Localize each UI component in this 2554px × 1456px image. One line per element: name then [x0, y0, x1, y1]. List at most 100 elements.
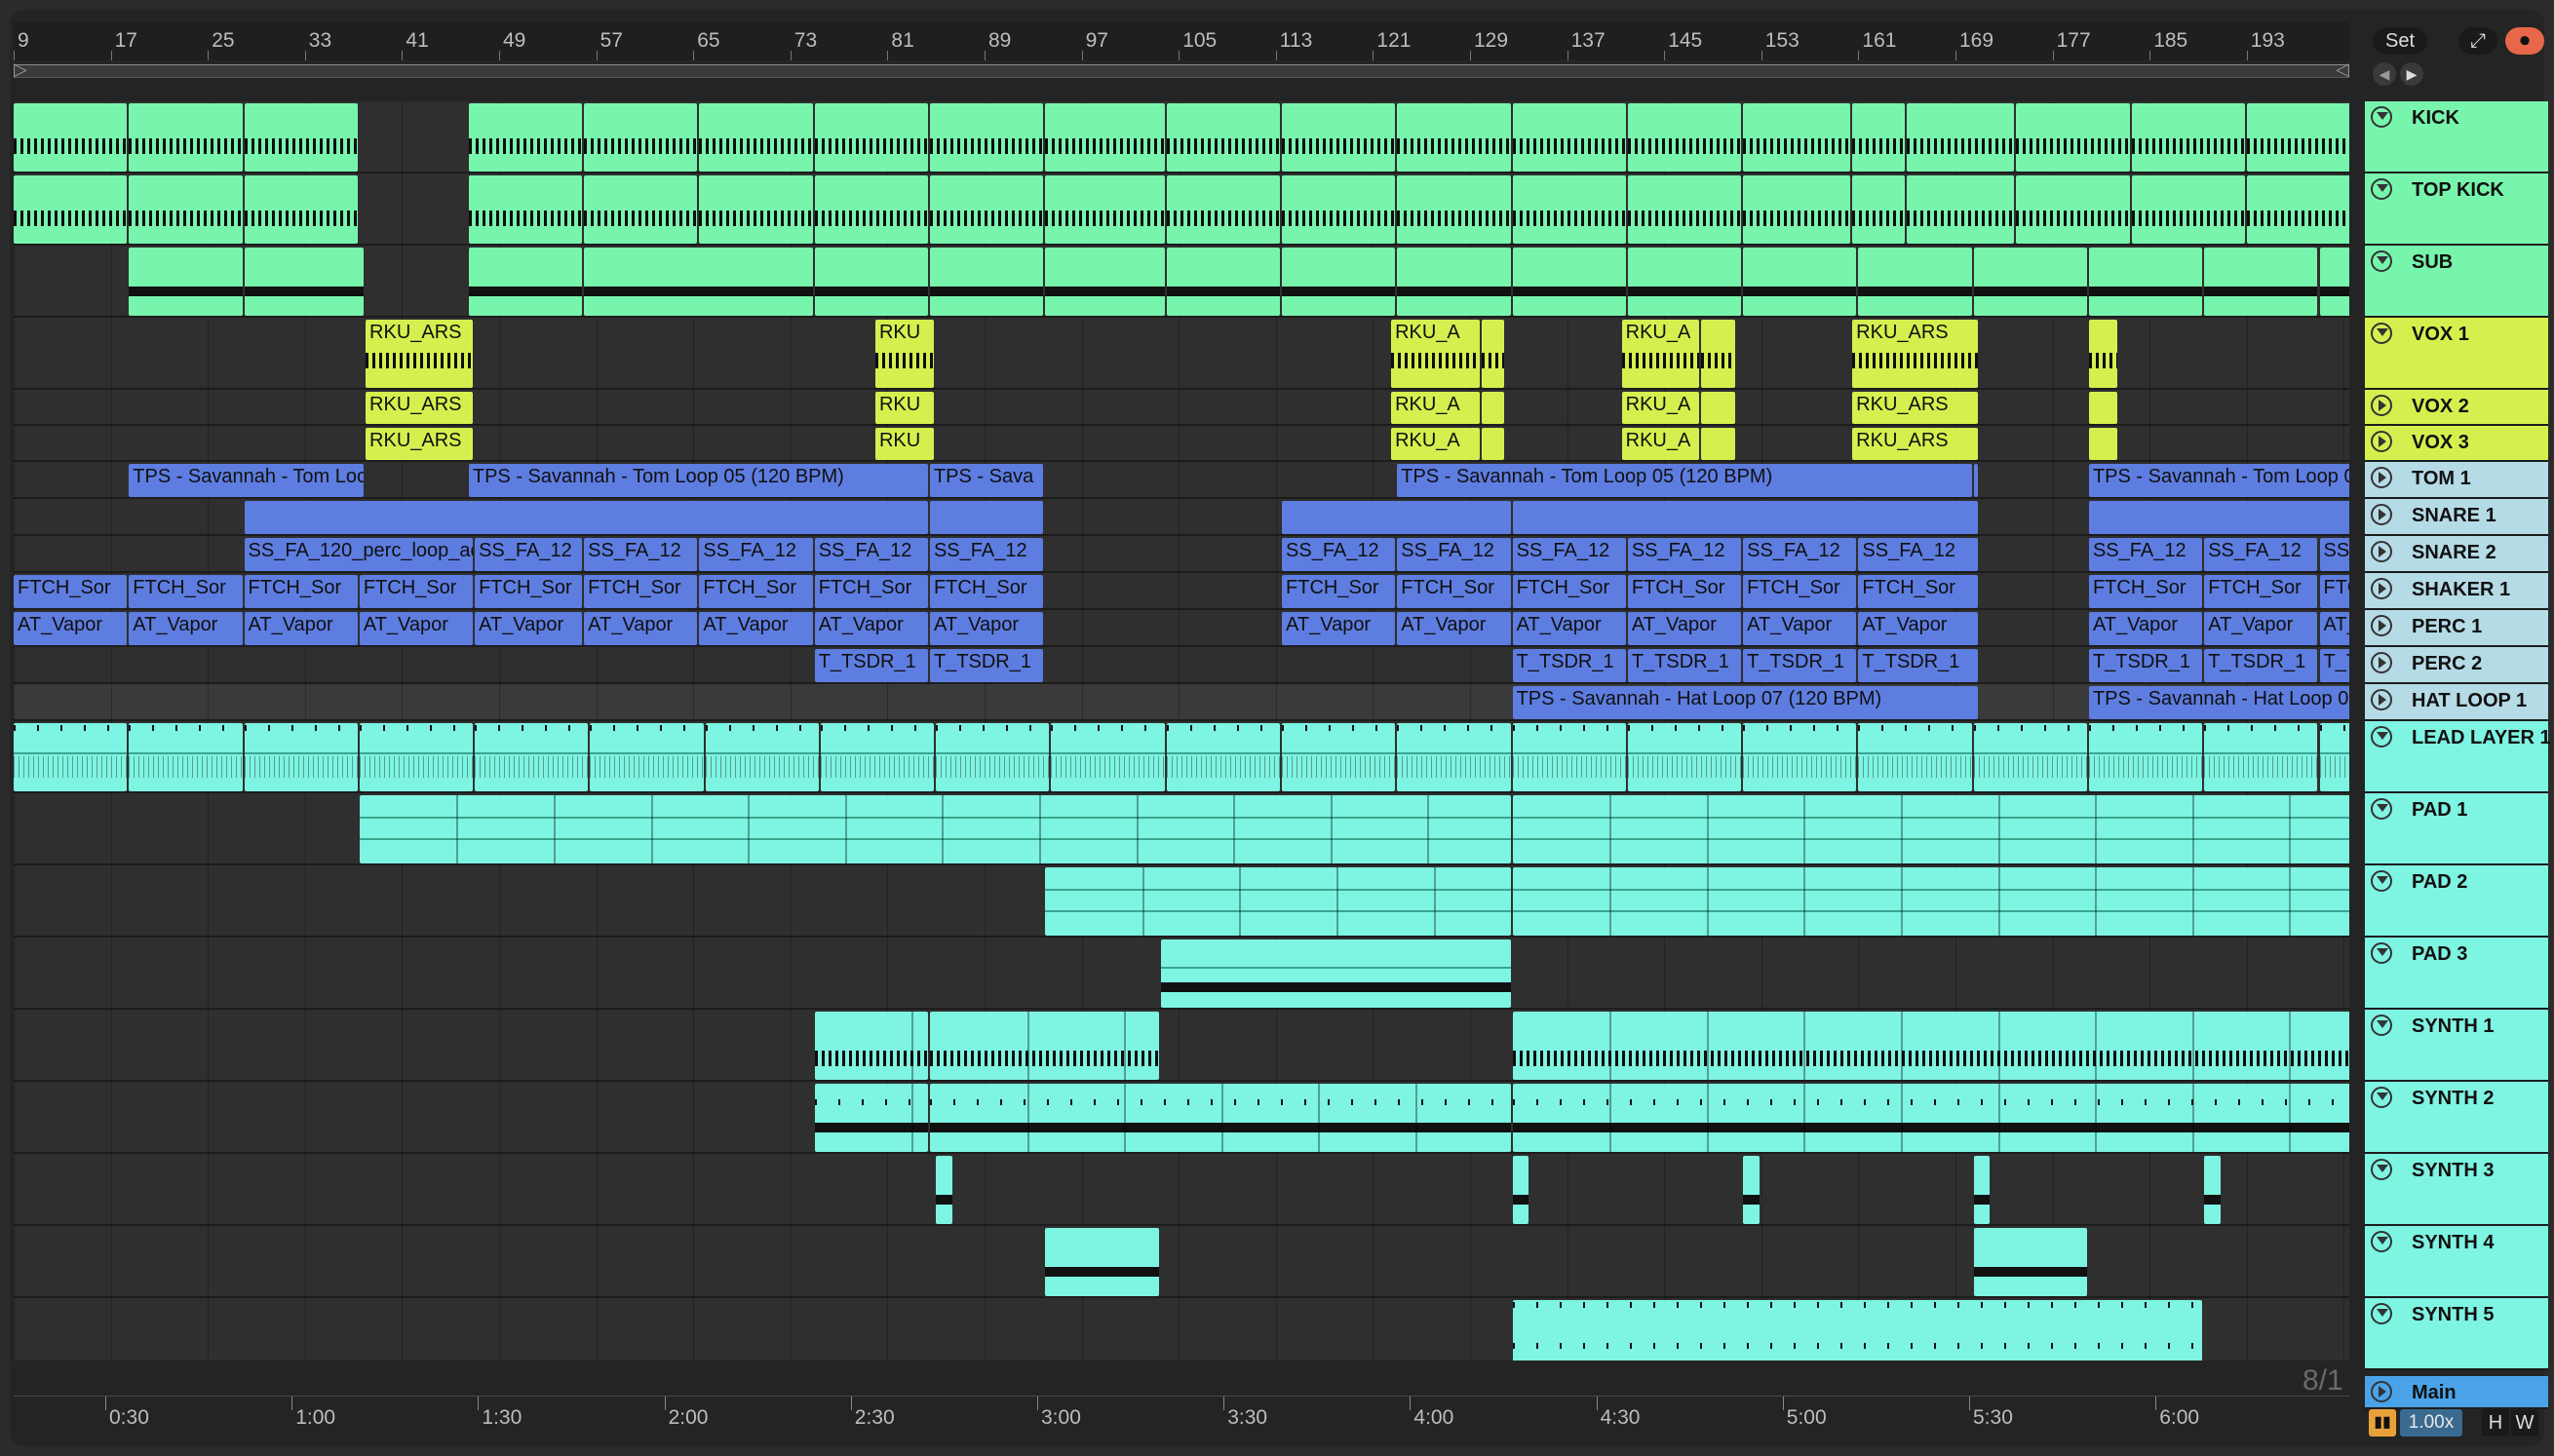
- synth4-clip[interactable]: [1045, 1228, 1159, 1296]
- sub-clip[interactable]: [1627, 248, 1742, 316]
- fold-toggle-icon[interactable]: [2371, 395, 2392, 416]
- synth-clip[interactable]: [814, 1012, 928, 1080]
- snare2-clip[interactable]: SS_FA_12: [2204, 538, 2318, 571]
- track-header-synth-4[interactable]: SYNTH 4: [2365, 1226, 2548, 1298]
- kick-clip[interactable]: [814, 103, 928, 172]
- vox-clip[interactable]: [1482, 320, 1505, 388]
- vox-clip[interactable]: RKU_A: [1621, 428, 1699, 460]
- fold-toggle-icon[interactable]: [2371, 1087, 2392, 1108]
- track-header-tom-1[interactable]: TOM 1: [2365, 462, 2548, 499]
- perc-clip[interactable]: AT_Vapor: [244, 612, 358, 645]
- shaker-clip[interactable]: FTCH_Sor: [814, 575, 928, 608]
- track-header-sub[interactable]: SUB: [2365, 246, 2548, 318]
- lead-clip[interactable]: [1627, 723, 1742, 791]
- kick-clip[interactable]: [1627, 175, 1742, 244]
- track-header-shaker-1[interactable]: SHAKER 1: [2365, 573, 2548, 610]
- sub-clip[interactable]: [929, 248, 1044, 316]
- perc-clip[interactable]: AT_Vapor: [2088, 612, 2203, 645]
- pad-clip[interactable]: [1512, 795, 2349, 863]
- shaker-clip[interactable]: FTCH_Sor: [2319, 575, 2349, 608]
- kick-clip[interactable]: [814, 175, 928, 244]
- synth3-clip[interactable]: [1512, 1156, 1529, 1224]
- forward-arrow-icon[interactable]: ▶: [2400, 62, 2423, 86]
- vox-clip[interactable]: RKU_A: [1621, 320, 1699, 388]
- shaker-clip[interactable]: FTCH_Sor: [475, 575, 583, 608]
- track-header-synth-5[interactable]: SYNTH 5: [2365, 1298, 2548, 1370]
- w-button[interactable]: W: [2511, 1409, 2538, 1437]
- perc2-clip[interactable]: T_TSDR_1: [929, 649, 1044, 682]
- kick-clip[interactable]: [14, 103, 128, 172]
- track-header-pad-2[interactable]: PAD 2: [2365, 865, 2548, 938]
- kick-clip[interactable]: [699, 175, 813, 244]
- vox-clip[interactable]: [1482, 392, 1505, 424]
- perc-clip[interactable]: AT_Vapor: [1512, 612, 1626, 645]
- synth5-clip[interactable]: [1512, 1300, 2203, 1360]
- vox-clip[interactable]: RKU: [874, 320, 935, 388]
- sub-clip[interactable]: [1045, 248, 1165, 316]
- shaker-clip[interactable]: FTCH_Sor: [699, 575, 813, 608]
- lead-clip[interactable]: [129, 723, 243, 791]
- kick-clip[interactable]: [468, 175, 583, 244]
- lead-clip[interactable]: [475, 723, 589, 791]
- hat-clip[interactable]: TPS - Savannah - Hat Loop 07 (120 BPM): [2088, 686, 2349, 719]
- sub-clip[interactable]: [244, 248, 365, 316]
- sub-clip[interactable]: [1858, 248, 1972, 316]
- kick-clip[interactable]: [2246, 175, 2349, 244]
- perc2-clip[interactable]: T_TSDR_1: [2088, 649, 2203, 682]
- time-ruler[interactable]: 0:30 1:00 1:30 2:00 2:30 3:00 3:30 4:00 4:30 5:00…: [14, 1396, 2349, 1439]
- track-header-vox-1[interactable]: VOX 1: [2365, 318, 2548, 390]
- perc-clip[interactable]: AT_Vapor: [1282, 612, 1396, 645]
- fold-toggle-icon[interactable]: [2371, 541, 2392, 562]
- pad-clip[interactable]: [1160, 939, 1511, 1008]
- vox-clip[interactable]: RKU_ARS: [1852, 320, 1978, 388]
- shaker-clip[interactable]: FTCH_Sor: [1397, 575, 1511, 608]
- synth3-clip[interactable]: [936, 1156, 952, 1224]
- sub-clip[interactable]: [2204, 248, 2318, 316]
- kick-clip[interactable]: [1166, 175, 1281, 244]
- fold-toggle-icon[interactable]: [2371, 615, 2392, 636]
- synth-clip[interactable]: [1512, 1084, 2349, 1152]
- lane-hat-loop-1[interactable]: [14, 684, 2349, 721]
- shaker-clip[interactable]: FTCH_Sor: [129, 575, 243, 608]
- vox-clip[interactable]: [2088, 320, 2118, 388]
- synth-clip[interactable]: [1512, 1012, 2349, 1080]
- vox-clip[interactable]: [2088, 392, 2118, 424]
- lead-clip[interactable]: [1973, 723, 2087, 791]
- lane-vox-3[interactable]: [14, 426, 2349, 462]
- lead-clip[interactable]: [820, 723, 935, 791]
- kick-clip[interactable]: [1397, 175, 1511, 244]
- lead-clip[interactable]: [14, 723, 128, 791]
- synth-clip[interactable]: [929, 1084, 1511, 1152]
- track-header-vox-3[interactable]: VOX 3: [2365, 426, 2548, 462]
- lead-clip[interactable]: [1397, 723, 1511, 791]
- kick-clip[interactable]: [2131, 175, 2245, 244]
- shaker-clip[interactable]: FTCH_Sor: [2204, 575, 2318, 608]
- vox-clip[interactable]: [1700, 392, 1735, 424]
- synth4-clip[interactable]: [1973, 1228, 2087, 1296]
- kick-clip[interactable]: [14, 175, 128, 244]
- vox-clip[interactable]: RKU_A: [1391, 320, 1481, 388]
- fold-toggle-icon[interactable]: [2371, 1303, 2392, 1324]
- sub-clip[interactable]: [584, 248, 813, 316]
- sub-clip[interactable]: [2088, 248, 2203, 316]
- fold-toggle-icon[interactable]: [2371, 467, 2392, 488]
- track-header-vox-2[interactable]: VOX 2: [2365, 390, 2548, 426]
- track-header-snare-1[interactable]: SNARE 1: [2365, 499, 2548, 536]
- shaker-clip[interactable]: FTCH_Sor: [1858, 575, 1978, 608]
- fold-toggle-icon[interactable]: [2371, 178, 2392, 200]
- perc-clip[interactable]: AT_Vapor: [1627, 612, 1742, 645]
- kick-clip[interactable]: [2246, 103, 2349, 172]
- perc2-clip[interactable]: T_TSDR_1: [1858, 649, 1978, 682]
- vox-clip[interactable]: [1700, 428, 1735, 460]
- shaker-clip[interactable]: FTCH_Sor: [1512, 575, 1626, 608]
- lead-clip[interactable]: [244, 723, 358, 791]
- fold-toggle-icon[interactable]: [2371, 106, 2392, 128]
- shaker-clip[interactable]: FTCH_Sor: [929, 575, 1044, 608]
- kick-clip[interactable]: [1512, 175, 1626, 244]
- lead-clip[interactable]: [590, 723, 704, 791]
- perc-clip[interactable]: AT_Vapor: [14, 612, 128, 645]
- kick-clip[interactable]: [1743, 175, 1851, 244]
- vox-clip[interactable]: RKU_ARS: [1852, 428, 1978, 460]
- lane-vox-1[interactable]: [14, 318, 2349, 390]
- shaker-clip[interactable]: FTCH_Sor: [1743, 575, 1857, 608]
